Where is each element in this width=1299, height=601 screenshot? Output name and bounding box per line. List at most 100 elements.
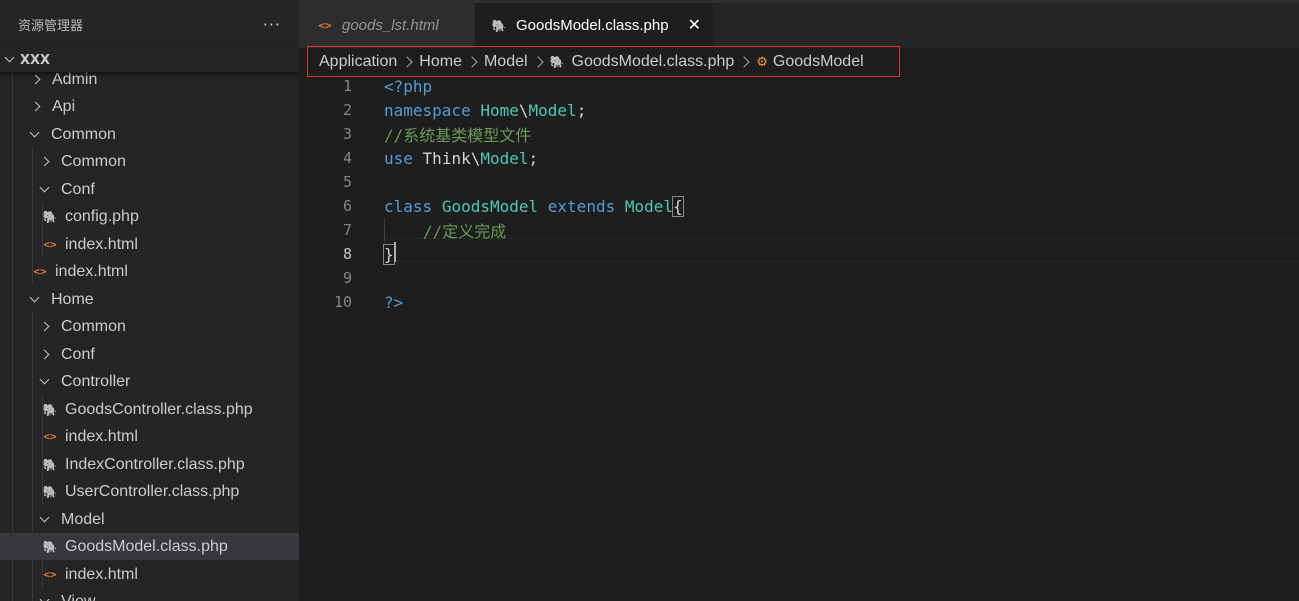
code-comment: //定义完成: [423, 222, 507, 241]
breadcrumb-item[interactable]: GoodsModel.class.php: [572, 53, 735, 71]
code-text: class GoodsModel extends Model{: [384, 195, 684, 217]
tree-item-label: Common: [61, 317, 126, 335]
tree-folder-view[interactable]: View: [0, 588, 299, 601]
line-number: 5: [342, 173, 352, 191]
tree-file-indexcontroller[interactable]: 🐘 IndexController.class.php: [0, 451, 299, 478]
php-elephant-icon: 🐘: [42, 209, 58, 224]
chevron-down-icon: [39, 184, 51, 196]
tree-folder-home-conf[interactable]: Conf: [0, 341, 299, 368]
code-line: 10 ?>: [299, 290, 1299, 314]
tree-item-label: Conf: [61, 345, 95, 363]
tree-item-label: IndexController.class.php: [65, 455, 245, 473]
tree-item-label: config.php: [65, 207, 139, 225]
tree-folder-home[interactable]: Home: [0, 286, 299, 313]
tree-item-label: Api: [52, 97, 76, 115]
html-icon: <>: [43, 430, 57, 443]
breadcrumb-item[interactable]: Application: [319, 53, 397, 71]
tree-folder-conf[interactable]: Conf: [0, 176, 299, 203]
tree-folder-api[interactable]: Api: [0, 93, 299, 120]
code-editor[interactable]: 1 <?php 2 namespace Home\Model; 3 //系统基类…: [299, 74, 1299, 601]
chevron-right-icon: [39, 156, 51, 168]
code-line: 3 //系统基类模型文件: [299, 122, 1299, 146]
chevron-right-icon: [531, 55, 544, 68]
tree-folder-controller[interactable]: Controller: [0, 368, 299, 395]
chevron-right-icon: [30, 101, 42, 113]
code-line: 7 //定义完成: [299, 218, 1299, 242]
tab-goods-lst-html[interactable]: <> goods_lst.html: [299, 3, 475, 48]
tree-file-usercontroller[interactable]: 🐘 UserController.class.php: [0, 478, 299, 505]
chevron-down-icon: [39, 514, 51, 526]
chevron-down-icon: [29, 129, 41, 141]
line-number: 8: [342, 245, 352, 263]
code-line: 1 <?php: [299, 74, 1299, 98]
tree-file-index-html[interactable]: <> index.html: [0, 231, 299, 258]
tree-file-config-php[interactable]: 🐘 config.php: [0, 203, 299, 230]
code-text: }: [383, 243, 395, 265]
line-number: 7: [342, 221, 352, 239]
line-number: 4: [342, 149, 352, 167]
php-elephant-icon: 🐘: [42, 457, 58, 472]
tree-item-label: Controller: [61, 372, 131, 390]
chevron-down-icon: [39, 596, 51, 601]
workspace-root-label: XXX: [20, 52, 51, 68]
line-number: 10: [333, 293, 352, 311]
tree-folder-common[interactable]: Common: [0, 121, 299, 148]
tree-item-label: UserController.class.php: [65, 482, 240, 500]
tree-item-label: index.html: [65, 235, 138, 253]
code-text: <?php: [384, 76, 433, 96]
chevron-down-icon: [4, 54, 16, 66]
code-text: use Think\Model;: [384, 148, 539, 168]
chevron-right-icon: [39, 321, 51, 333]
tree-item-label: index.html: [55, 262, 128, 280]
tree-item-label: Admin: [52, 70, 98, 88]
php-elephant-icon: 🐘: [549, 54, 565, 69]
workspace-root[interactable]: XXX: [0, 48, 299, 72]
tree-folder-common-common[interactable]: Common: [0, 148, 299, 175]
html-icon: <>: [43, 568, 57, 581]
chevron-right-icon: [401, 55, 413, 68]
class-symbol-icon: ⚙: [756, 53, 768, 69]
tree-file-goodsmodel[interactable]: 🐘 GoodsModel.class.php: [0, 533, 299, 560]
editor-tab-bar: <> goods_lst.html 🐘 GoodsModel.class.php…: [299, 0, 1299, 48]
tab-goodsmodel-class-php[interactable]: 🐘 GoodsModel.class.php ✕: [475, 3, 713, 48]
tree-item-label: Home: [51, 290, 94, 308]
html-icon: <>: [318, 19, 332, 32]
explorer-header: 资源管理器 ···: [0, 0, 299, 48]
tree-file-index-html[interactable]: <> index.html: [0, 423, 299, 450]
html-icon: <>: [33, 265, 47, 278]
breadcrumb-item[interactable]: Home: [419, 53, 462, 71]
chevron-down-icon: [39, 376, 51, 388]
more-actions-icon[interactable]: ···: [263, 15, 281, 34]
tree-file-index-html[interactable]: <> index.html: [0, 561, 299, 588]
tree-folder-model[interactable]: Model: [0, 506, 299, 533]
tree-item-label: GoodsController.class.php: [65, 400, 253, 418]
tree-item-label: View: [61, 592, 96, 601]
tree-folder-home-common[interactable]: Common: [0, 313, 299, 340]
text-cursor: [394, 242, 396, 262]
tree-item-label: index.html: [65, 427, 138, 445]
php-elephant-icon: 🐘: [42, 484, 58, 499]
code-text: ?>: [384, 292, 404, 312]
chevron-down-icon: [29, 294, 41, 306]
code-line: 6 class GoodsModel extends Model{: [299, 194, 1299, 218]
tree-item-label: GoodsModel.class.php: [65, 537, 228, 555]
tree-item-label: Conf: [61, 180, 95, 198]
tree-file-index-html[interactable]: <> index.html: [0, 258, 299, 285]
tree-file-goodscontroller[interactable]: 🐘 GoodsController.class.php: [0, 396, 299, 423]
code-line: 9: [299, 266, 1299, 290]
code-text: namespace Home\Model;: [384, 100, 587, 120]
code-line: 4 use Think\Model;: [299, 146, 1299, 170]
line-number: 3: [342, 125, 352, 143]
breadcrumb-item[interactable]: Model: [484, 53, 528, 71]
line-number: 2: [342, 101, 352, 119]
tree-item-label: index.html: [65, 565, 138, 583]
breadcrumb-item[interactable]: GoodsModel: [773, 53, 864, 71]
breadcrumb: Application Home Model 🐘 GoodsModel.clas…: [307, 46, 900, 77]
php-elephant-icon: 🐘: [42, 539, 58, 554]
code-line: 8 }: [299, 242, 1299, 266]
php-elephant-icon: 🐘: [491, 18, 507, 33]
php-elephant-icon: 🐘: [42, 402, 58, 417]
line-number: 6: [342, 197, 352, 215]
close-icon[interactable]: ✕: [688, 15, 701, 35]
explorer-sidebar: 资源管理器 ··· XXX Admin Api Common Common Co…: [0, 0, 299, 601]
